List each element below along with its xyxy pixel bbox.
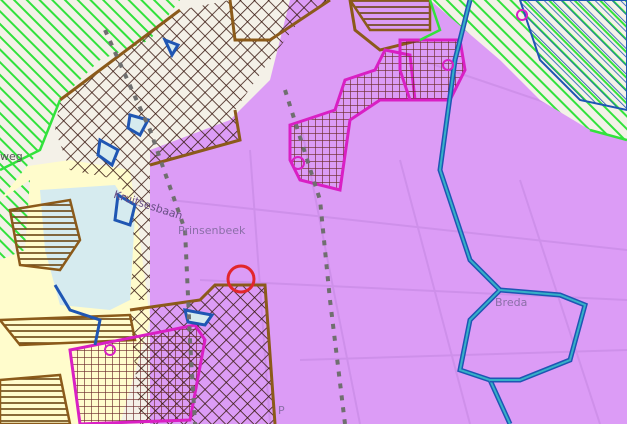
edge-label-bottom: P [278, 404, 285, 417]
city-label: Breda [495, 296, 528, 309]
edge-label-left: weg [0, 150, 23, 163]
village-label: Prinsenbeek [178, 224, 246, 237]
brown-hatch-zone-3 [0, 373, 72, 424]
map-layer [0, 0, 627, 424]
map-canvas[interactable]: Kruitsesbaan Prinsenbeek Breda weg P [0, 0, 627, 424]
